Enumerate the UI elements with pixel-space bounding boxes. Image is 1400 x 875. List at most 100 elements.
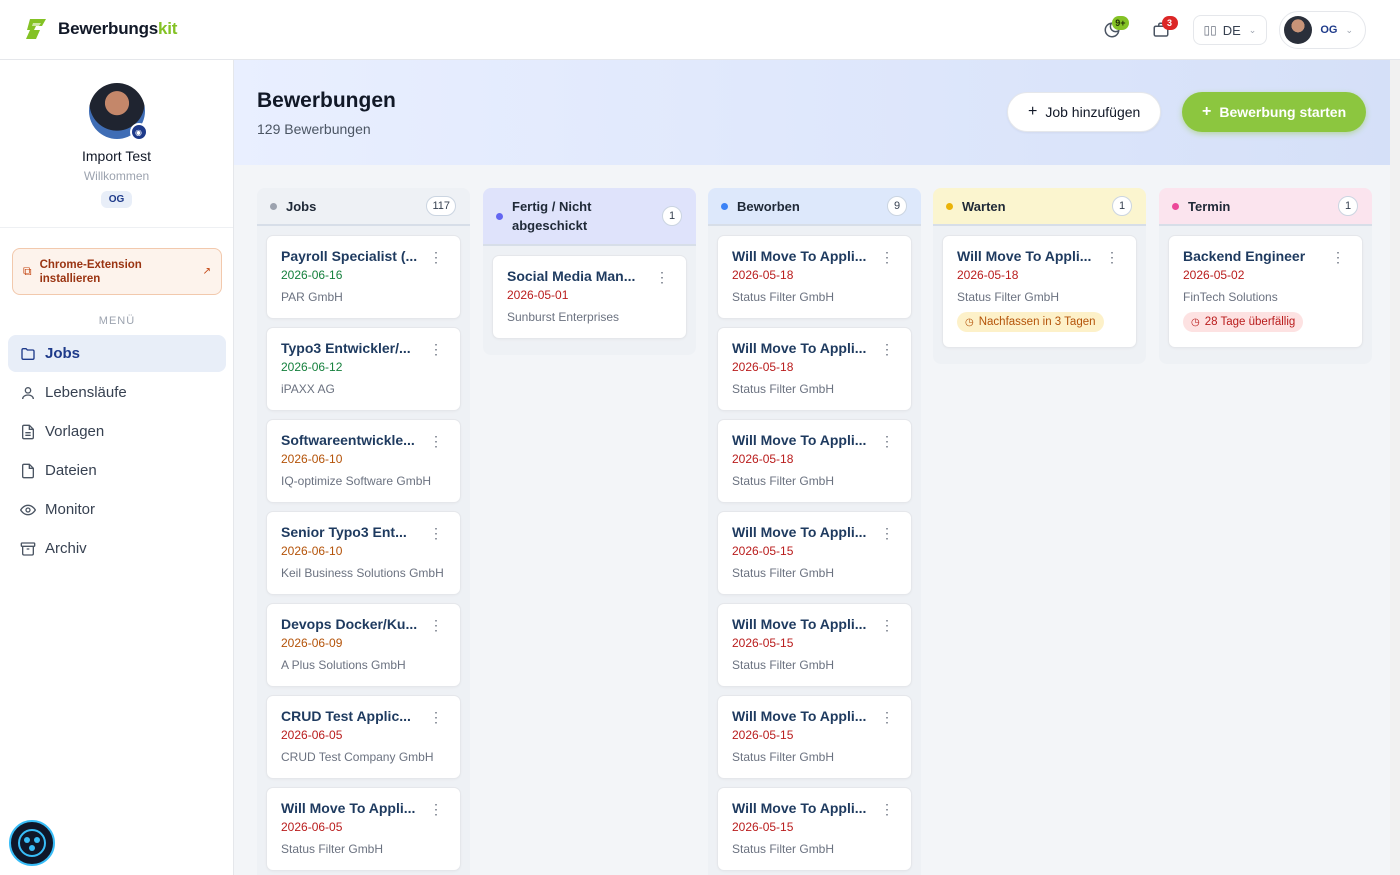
sidebar-item-dateien[interactable]: Dateien xyxy=(8,452,226,489)
folder-icon xyxy=(20,346,36,362)
more-vertical-icon[interactable]: ⋮ xyxy=(880,342,894,356)
more-vertical-icon[interactable]: ⋮ xyxy=(880,618,894,632)
job-card[interactable]: Will Move To Appli... 2026-05-15 Status Fi… xyxy=(717,787,912,871)
card-date: 2026-05-15 xyxy=(732,544,794,558)
column-header: Termin 1 xyxy=(1159,188,1372,226)
job-card[interactable]: Will Move To Appli... 2026-05-15 Status Fi… xyxy=(717,695,912,779)
camera-icon[interactable]: ◉ xyxy=(129,123,148,141)
more-vertical-icon[interactable]: ⋮ xyxy=(880,526,894,540)
more-vertical-icon[interactable]: ⋮ xyxy=(880,434,894,448)
card-date: 2026-05-02 xyxy=(1183,268,1245,282)
jobs-button[interactable]: 3 xyxy=(1144,13,1178,47)
job-card[interactable]: Will Move To Appli... 2026-05-15 Status Fi… xyxy=(717,511,912,595)
chevron-down-icon: ⌄ xyxy=(1248,24,1257,35)
sidebar: ◉ Import Test Willkommen OG ⧉ Chrome-Ext… xyxy=(0,60,234,875)
job-card[interactable]: CRUD Test Applic... 2026-06-05 CRUD Test C… xyxy=(266,695,461,779)
page-subtitle: 129 Bewerbungen xyxy=(257,121,371,137)
more-vertical-icon[interactable]: ⋮ xyxy=(1105,250,1119,264)
sidebar-item-label: Vorlagen xyxy=(45,423,105,440)
add-job-button[interactable]: + Job hinzufügen xyxy=(1007,92,1162,132)
column-header: Beworben 9 xyxy=(708,188,921,226)
more-vertical-icon[interactable]: ⋮ xyxy=(1331,250,1345,264)
job-card[interactable]: Devops Docker/Ku... 2026-06-09 A Plus Solu… xyxy=(266,603,461,687)
column-jobs: Jobs 117 Payroll Specialist (... 2026-06-… xyxy=(257,188,470,875)
more-vertical-icon[interactable]: ⋮ xyxy=(655,270,669,284)
column-title: Warten xyxy=(962,198,1006,214)
card-title: Typo3 Entwickler/... xyxy=(281,340,411,356)
card-date: 2026-05-15 xyxy=(732,636,794,650)
card-date: 2026-06-05 xyxy=(281,820,343,834)
job-card[interactable]: Backend Engineer 2026-05-02 FinTech Soluti… xyxy=(1168,235,1363,348)
column-header: Fertig / Nicht abgeschickt 1 xyxy=(483,188,696,246)
card-company: A Plus Solutions GmbH xyxy=(281,658,406,672)
help-widget-button[interactable] xyxy=(9,820,55,866)
job-card[interactable]: Social Media Man... 2026-05-01 Sunburst En… xyxy=(492,255,687,339)
profile-avatar[interactable]: ◉ xyxy=(88,83,148,141)
card-company: Status Filter GmbH xyxy=(957,290,1060,304)
card-title: Will Move To Appli... xyxy=(732,340,867,356)
sidebar-item-label: Lebensläufe xyxy=(45,384,127,401)
job-card[interactable]: Payroll Specialist (... 2026-06-16 PAR Gmb… xyxy=(266,235,461,319)
card-date: 2026-06-10 xyxy=(281,544,343,558)
sidebar-item-monitor[interactable]: Monitor xyxy=(8,491,226,528)
status-dot xyxy=(721,202,728,210)
sidebar-item-archiv[interactable]: Archiv xyxy=(8,530,226,567)
column-title: Beworben xyxy=(737,198,800,214)
card-title: Will Move To Appli... xyxy=(732,432,867,448)
card-company: Status Filter GmbH xyxy=(281,842,384,856)
more-vertical-icon[interactable]: ⋮ xyxy=(880,710,894,724)
sidebar-item-jobs[interactable]: Jobs xyxy=(8,335,226,372)
more-vertical-icon[interactable]: ⋮ xyxy=(429,434,443,448)
card-title: Will Move To Appli... xyxy=(957,248,1092,264)
user-menu-button[interactable]: OG ⌄ xyxy=(1279,11,1366,49)
more-vertical-icon[interactable]: ⋮ xyxy=(429,802,443,816)
job-card[interactable]: Will Move To Appli... 2026-05-15 Status Fi… xyxy=(717,603,912,687)
job-card[interactable]: Will Move To Appli... 2026-05-18 Status Fi… xyxy=(717,419,912,503)
profile-badge: OG xyxy=(100,191,133,208)
puzzle-icon: ⧉ xyxy=(23,264,32,278)
more-vertical-icon[interactable]: ⋮ xyxy=(429,342,443,356)
logo-icon xyxy=(26,19,46,39)
card-date: 2026-06-12 xyxy=(281,360,343,374)
help-widget-icon xyxy=(18,829,46,857)
job-card[interactable]: Will Move To Appli... 2026-06-05 Status Fi… xyxy=(266,787,461,871)
card-company: PAR GmbH xyxy=(281,290,343,304)
card-company: iPAXX AG xyxy=(281,382,335,396)
scrollbar[interactable] xyxy=(1390,60,1400,875)
language-select[interactable]: ▯▯ DE ⌄ xyxy=(1192,15,1268,45)
job-card[interactable]: Will Move To Appli... 2026-05-18 Status Fi… xyxy=(942,235,1137,348)
follow-up-chip: ◷ Nachfassen in 3 Tagen xyxy=(957,312,1104,332)
card-date: 2026-06-10 xyxy=(281,452,343,466)
card-date: 2026-05-15 xyxy=(732,728,794,742)
sidebar-item-lebenslaeufe[interactable]: Lebensläufe xyxy=(8,374,226,411)
chrome-extension-button[interactable]: ⧉ Chrome-Extension installieren ↗ xyxy=(12,248,222,295)
more-vertical-icon[interactable]: ⋮ xyxy=(429,710,443,724)
card-title: CRUD Test Applic... xyxy=(281,708,411,724)
user-icon xyxy=(20,385,36,401)
avatar xyxy=(1284,16,1313,44)
notifications-button[interactable]: 9+ xyxy=(1095,13,1129,47)
job-card[interactable]: Softwareentwickle... 2026-06-10 IQ-optimiz… xyxy=(266,419,461,503)
job-card[interactable]: Senior Typo3 Ent... 2026-06-10 Keil Busine… xyxy=(266,511,461,595)
more-vertical-icon[interactable]: ⋮ xyxy=(429,250,443,264)
more-vertical-icon[interactable]: ⋮ xyxy=(429,526,443,540)
job-card[interactable]: Will Move To Appli... 2026-05-18 Status Fi… xyxy=(717,235,912,319)
more-vertical-icon[interactable]: ⋮ xyxy=(880,250,894,264)
status-dot xyxy=(496,212,503,220)
card-title: Will Move To Appli... xyxy=(732,708,867,724)
job-card[interactable]: Typo3 Entwickler/... 2026-06-12 iPAXX AG ⋮ xyxy=(266,327,461,411)
column-count-badge: 1 xyxy=(1338,196,1358,216)
job-card[interactable]: Will Move To Appli... 2026-05-18 Status Fi… xyxy=(717,327,912,411)
card-date: 2026-05-18 xyxy=(732,268,794,282)
brand[interactable]: Bewerbungskit xyxy=(24,18,177,40)
clock-icon: ◷ xyxy=(965,316,974,328)
more-vertical-icon[interactable]: ⋮ xyxy=(880,802,894,816)
more-vertical-icon[interactable]: ⋮ xyxy=(429,618,443,632)
chevron-down-icon: ⌄ xyxy=(1345,24,1353,35)
start-application-button[interactable]: + Bewerbung starten xyxy=(1182,92,1367,132)
card-date: 2026-05-18 xyxy=(732,360,794,374)
card-title: Backend Engineer xyxy=(1183,248,1306,264)
sidebar-item-vorlagen[interactable]: Vorlagen xyxy=(8,413,226,450)
card-title: Will Move To Appli... xyxy=(732,248,867,264)
card-company: Status Filter GmbH xyxy=(732,474,835,488)
